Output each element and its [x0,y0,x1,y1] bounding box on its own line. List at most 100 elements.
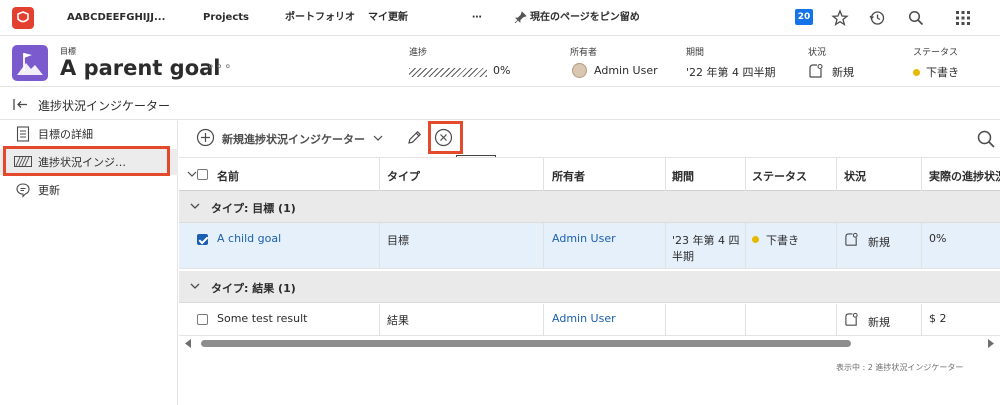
pin-page-button[interactable]: 現在のページをピン留め [530,0,640,36]
sidebar-item-updates[interactable]: 更新 [0,177,178,203]
column-divider [921,304,922,336]
sidebar-item-goal-details[interactable]: 目標の詳細 [0,121,178,147]
chevron-down-icon[interactable] [373,134,383,142]
group-label: タイプ: 目標 (1) [211,202,296,215]
row-checkbox[interactable] [197,314,208,325]
row-checkbox[interactable] [197,234,208,245]
row-name-link[interactable]: A child goal [217,232,281,245]
column-divider [379,223,380,269]
chevron-down-icon[interactable] [189,200,201,212]
group-row-goal[interactable]: タイプ: 目標 (1) [179,191,1000,223]
document-icon [16,126,30,142]
column-divider [543,304,544,336]
column-header-condition[interactable]: 状況 [844,168,866,184]
condition-flag-icon [845,232,858,246]
column-header-type[interactable]: タイプ [387,168,420,184]
table-row[interactable]: Some test result 結果 Admin User 新規 $ 2 [179,304,1000,336]
collapse-panel-icon[interactable] [13,98,29,111]
section-title: 進捗状況インジケーター [38,99,171,113]
goal-type-icon [12,45,48,81]
avatar [572,63,587,78]
period-label: 期間 [686,48,705,58]
row-type: 結果 [387,314,409,327]
column-divider [745,304,746,336]
condition-flag-icon [845,312,858,326]
select-all-checkbox[interactable] [197,169,208,180]
column-header-name[interactable]: 名前 [217,168,239,184]
search-icon[interactable] [907,9,925,27]
results-count: 表示中 : 2 進捗状況インジケーター [836,363,964,372]
pencil-icon[interactable] [406,129,423,146]
status-value[interactable]: 下書き [926,64,959,80]
new-progress-indicator-button[interactable]: 新規進捗状況インジケーター [222,131,365,147]
period-value: '22 年第 4 四半期 [686,66,776,79]
column-divider [665,223,666,269]
column-divider [379,304,380,336]
chevron-down-icon[interactable] [189,280,201,292]
scroll-right-icon[interactable] [987,339,994,348]
more-options-button[interactable]: ∘∘∘ [207,59,233,73]
group-label: タイプ: 結果 (1) [211,282,296,295]
row-condition: 新規 [868,236,890,249]
highlight-box-disconnect [428,121,463,154]
row-name[interactable]: Some test result [217,312,307,325]
column-divider [745,223,746,269]
column-header-period[interactable]: 期間 [672,168,694,184]
column-divider [379,158,380,192]
row-owner-link[interactable]: Admin User [552,312,616,325]
history-icon[interactable] [868,9,886,27]
column-divider [543,223,544,269]
nav-projects[interactable]: Projects [203,0,249,36]
sidebar-item-label: 更新 [38,184,60,197]
object-header: 目標 A parent goal ∘∘∘ 進捗 0% 所有者 Admin Use… [0,37,1000,87]
row-period-cont: 半期 [672,250,694,263]
column-header-status[interactable]: ステータス [752,168,807,184]
top-navigation-bar: AABCDEEFGHIJJ... Projects ポートフォリオ マイ更新 ⋯… [0,0,1000,36]
app-logo-icon[interactable] [12,7,34,29]
chevron-down-icon[interactable] [187,170,197,178]
column-header-actual-progress[interactable]: 実際の進捗状況 [929,168,1000,184]
column-divider [921,158,922,192]
row-condition: 新規 [868,316,890,329]
add-circle-icon[interactable] [196,128,215,147]
progress-label: 進捗 [409,48,428,58]
column-divider [665,158,666,192]
column-header-owner[interactable]: 所有者 [552,168,585,184]
scrollbar-thumb[interactable] [201,340,851,347]
workspace-name[interactable]: AABCDEEFGHIJJ... [67,0,165,36]
horizontal-scrollbar[interactable] [179,336,1000,350]
owner-label: 所有者 [570,48,598,58]
condition-value: 新規 [832,66,854,79]
table-search-icon[interactable] [976,129,996,149]
sidebar-item-label: 目標の詳細 [38,128,93,141]
nav-my-updates[interactable]: マイ更新 [368,0,408,36]
chat-bubble-icon [16,183,30,198]
row-type: 目標 [387,234,409,247]
group-row-result[interactable]: タイプ: 結果 (1) [179,271,1000,303]
table-row[interactable]: A child goal 目標 Admin User '23 年第 4 四 半期… [179,223,1000,269]
owner-value[interactable]: Admin User [594,64,658,77]
status-dot-icon [752,236,759,243]
column-divider [543,158,544,192]
row-owner-link[interactable]: Admin User [552,232,616,245]
progress-bar [409,68,487,77]
column-divider [836,304,837,336]
page-title: A parent goal [60,56,221,80]
star-icon[interactable] [831,9,849,27]
column-divider [836,158,837,192]
column-divider [921,223,922,269]
pin-icon [514,11,527,24]
row-status: 下書き [766,234,799,247]
row-period: '23 年第 4 四 [672,234,740,247]
apps-grid-icon[interactable] [954,9,972,27]
condition-flag-icon [809,63,823,78]
column-divider [745,158,746,192]
scroll-left-icon[interactable] [185,339,192,348]
condition-label: 状況 [808,48,827,58]
column-divider [836,223,837,269]
row-actual-progress: $ 2 [929,312,947,325]
section-header: 進捗状況インジケーター [0,88,1000,120]
nav-portfolio[interactable]: ポートフォリオ [285,0,355,36]
nav-more[interactable]: ⋯ [472,0,482,36]
notification-badge[interactable]: 20 [795,9,813,25]
